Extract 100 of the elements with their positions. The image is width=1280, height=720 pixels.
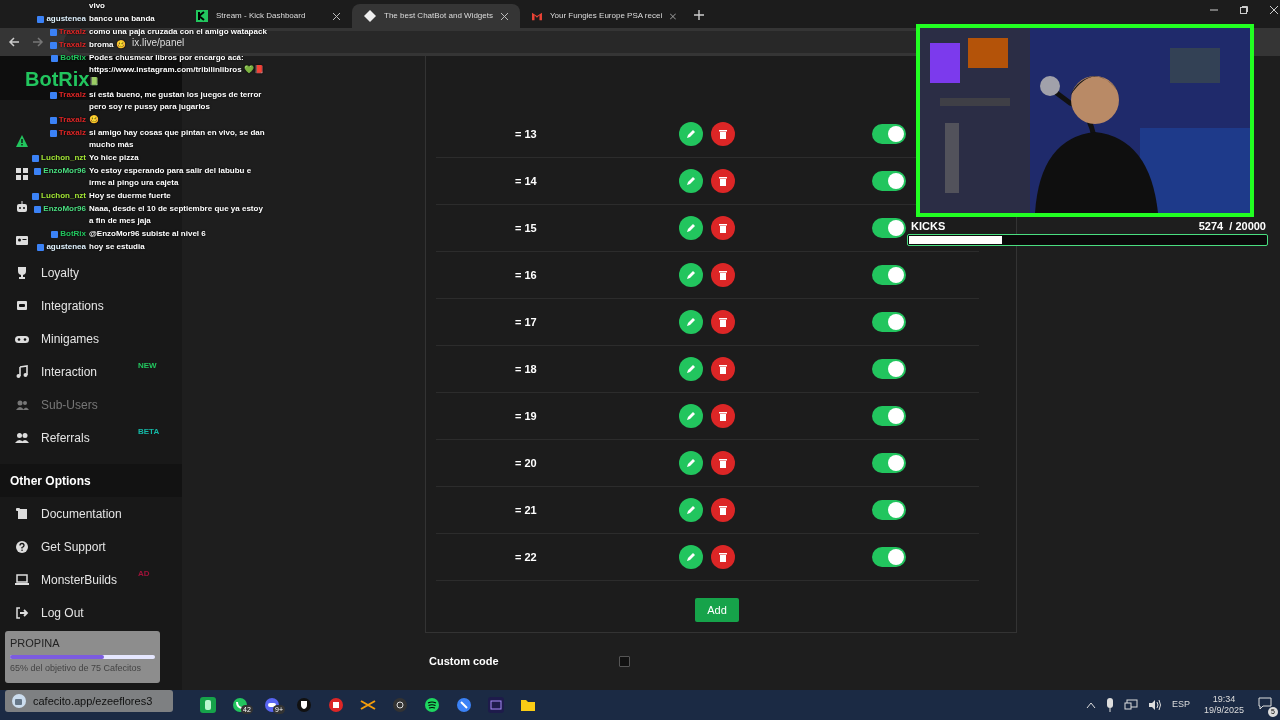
minimize-icon[interactable]: [1210, 6, 1218, 14]
chat-message: 🥴: [89, 114, 99, 126]
network-icon[interactable]: [1123, 699, 1138, 711]
toggle-switch[interactable]: [872, 453, 906, 473]
toggle-switch[interactable]: [872, 500, 906, 520]
new-tab-icon[interactable]: [694, 10, 704, 20]
language-indicator[interactable]: ESP: [1171, 698, 1190, 712]
toggle-switch[interactable]: [872, 406, 906, 426]
chat-message: sí está bueno, me gustan los juegos de terror pero soy re pussy para jugarlos: [89, 89, 263, 113]
edit-button[interactable]: [679, 263, 703, 287]
toggle-switch[interactable]: [872, 218, 906, 238]
chat-message: banco una banda: [89, 13, 155, 25]
music-note-icon: [15, 364, 29, 379]
tip-goal-caption: 65% del objetivo de 75 Cafecitos: [10, 661, 143, 675]
toggle-switch[interactable]: [872, 312, 906, 332]
delete-button[interactable]: [711, 498, 735, 522]
delete-button[interactable]: [711, 404, 735, 428]
clock-time[interactable]: 19:34: [1212, 694, 1236, 705]
sidebar-item[interactable]: Interaction: [41, 362, 98, 381]
edit-button[interactable]: [679, 545, 703, 569]
sound-waves-icon[interactable]: [424, 697, 440, 713]
pencil-icon: [686, 317, 696, 327]
toggle-switch[interactable]: [872, 171, 906, 191]
sidebar-item[interactable]: Get Support: [41, 537, 106, 556]
trash-icon: [718, 411, 728, 421]
trash-icon: [718, 364, 728, 374]
browser-tab[interactable]: The best ChatBot and Widgets: [352, 4, 520, 28]
chat-message: @EnzoMor96 subiste al nivel 6: [89, 228, 206, 240]
delete-button[interactable]: [711, 263, 735, 287]
logo-text[interactable]: BotRix: [25, 69, 90, 89]
square-in-circle-icon[interactable]: [328, 697, 344, 713]
forward-icon[interactable]: [32, 36, 44, 48]
delete-button[interactable]: [711, 357, 735, 381]
chat-username: EnzoMor96: [43, 204, 86, 214]
slash-circle-icon[interactable]: [456, 697, 472, 713]
kicks-label: KICKS: [911, 218, 946, 234]
chevron-up-icon[interactable]: [1085, 701, 1096, 709]
maximize-icon[interactable]: [1240, 6, 1248, 14]
laptop-icon: [15, 572, 29, 587]
trash-icon: [718, 223, 728, 233]
chat-message: Yo estoy esperando para salir del labubu e irme al pingo ura cajeta: [89, 165, 253, 189]
edit-button[interactable]: [679, 122, 703, 146]
delete-button[interactable]: [711, 169, 735, 193]
close-icon[interactable]: [333, 12, 340, 20]
edit-button[interactable]: [679, 498, 703, 522]
edit-button[interactable]: [679, 451, 703, 475]
question-icon: [15, 539, 29, 554]
delete-button[interactable]: [711, 216, 735, 240]
chat-username: Traxalz: [58, 27, 86, 37]
chat-username: BotRix: [60, 53, 86, 63]
trash-icon: [718, 176, 728, 186]
pencil-icon: [686, 129, 696, 139]
delete-button[interactable]: [711, 545, 735, 569]
chat-message: Yo hice pizza: [89, 152, 139, 164]
toggle-switch[interactable]: [872, 124, 906, 144]
sidebar-item[interactable]: Minigames: [41, 329, 100, 348]
sidebar-item[interactable]: Log Out: [41, 603, 84, 622]
sidebar-item[interactable]: MonsterBuilds: [41, 570, 118, 589]
crossed-arrows-icon[interactable]: [360, 697, 376, 713]
toggle-switch[interactable]: [872, 265, 906, 285]
edit-button[interactable]: [679, 357, 703, 381]
edit-button[interactable]: [679, 216, 703, 240]
folder-icon[interactable]: [520, 697, 536, 713]
clock-date[interactable]: 19/9/2025: [1203, 705, 1244, 716]
pencil-icon: [686, 176, 696, 186]
toggle-switch[interactable]: [872, 359, 906, 379]
delete-button[interactable]: [711, 451, 735, 475]
sidebar-item[interactable]: Integrations: [41, 296, 104, 315]
chat-username: Luchon_nzt: [41, 153, 86, 163]
cafecito-link[interactable]: cafecito.app/ezeeflores3: [33, 692, 153, 710]
notification-icon[interactable]: [1258, 697, 1272, 709]
browser-tab[interactable]: Stream - Kick Dashboard: [184, 4, 352, 28]
sidebar-item[interactable]: Documentation: [41, 504, 122, 523]
row-label: = 20: [514, 455, 538, 471]
trash-icon: [718, 458, 728, 468]
delete-button[interactable]: [711, 122, 735, 146]
cafecito-link-card[interactable]: cafecito.app/ezeeflores3: [5, 690, 173, 712]
sidebar-item[interactable]: Loyalty: [41, 263, 80, 282]
chat-message: hoy se estudia: [89, 241, 145, 253]
back-icon[interactable]: [8, 36, 20, 48]
chat-message: como una paja cruzada con el amigo watapack: [89, 26, 267, 38]
speaker-icon[interactable]: [1147, 699, 1162, 711]
trophy-icon: [15, 265, 29, 280]
mail-icon: [532, 10, 542, 22]
sidebar-item[interactable]: Referrals: [41, 428, 90, 447]
edit-button[interactable]: [679, 404, 703, 428]
microphone-icon[interactable]: [1105, 698, 1114, 712]
close-icon[interactable]: [1270, 6, 1278, 14]
row-label: = 19: [514, 408, 538, 424]
delete-button[interactable]: [711, 310, 735, 334]
aperture-icon[interactable]: [392, 697, 408, 713]
edit-button[interactable]: [679, 169, 703, 193]
logout-icon: [15, 605, 29, 620]
toggle-switch[interactable]: [872, 547, 906, 567]
close-icon[interactable]: [501, 12, 508, 20]
pencil-icon: [686, 364, 696, 374]
shield-icon[interactable]: [296, 697, 312, 713]
custom-code-checkbox[interactable]: [619, 655, 630, 667]
edit-button[interactable]: [679, 310, 703, 334]
browser-tab[interactable]: Your Fungies Europe PSA recei: [520, 4, 688, 28]
